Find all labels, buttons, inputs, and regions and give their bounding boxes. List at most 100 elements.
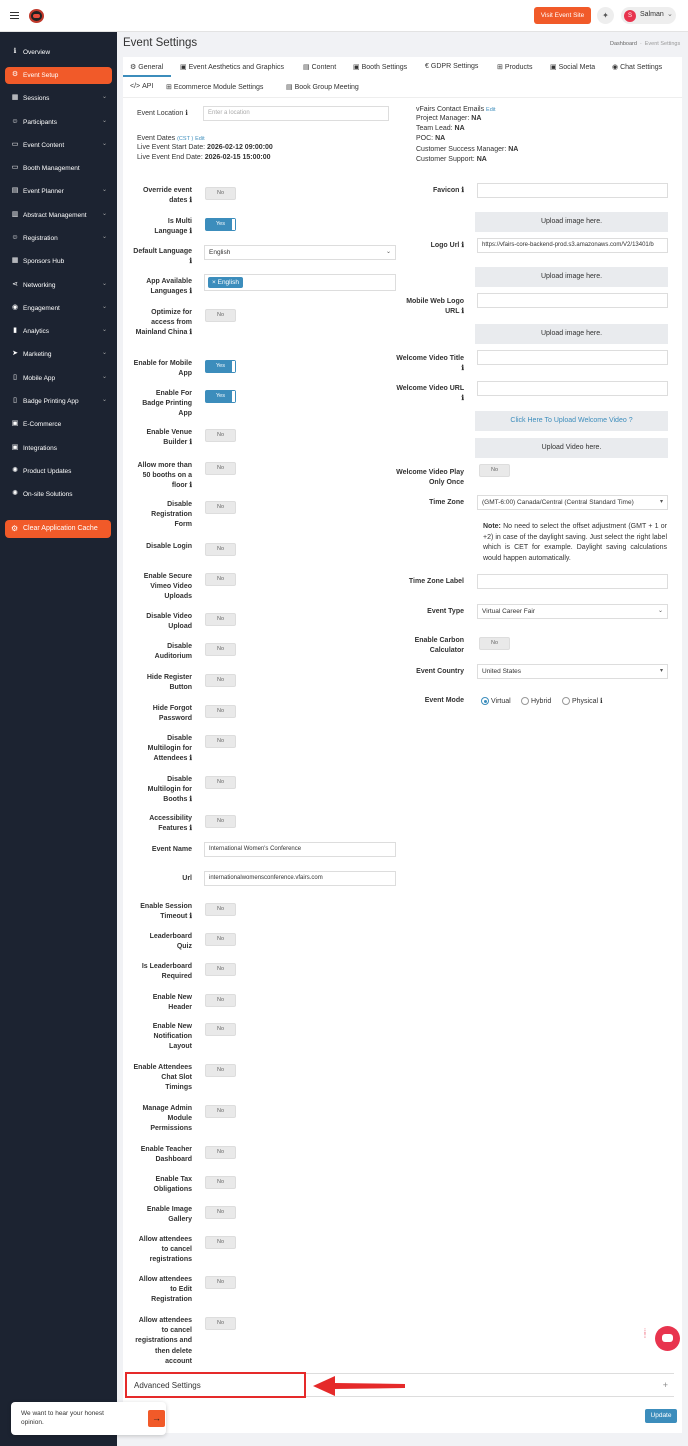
sidebar-item-abstract-management[interactable]: ▥ Abstract Management ⌄ [5, 207, 112, 224]
sidebar-item-booth-management[interactable]: ▭ Booth Management [5, 160, 112, 177]
tab-chat-settings[interactable]: ◉ Chat Settings [612, 63, 662, 71]
app-languages-multiselect[interactable]: × English [204, 274, 396, 291]
url-input[interactable]: internationalwomensconference.vfairs.com [204, 871, 396, 886]
upload-video-button[interactable]: Upload Video here. [475, 438, 668, 458]
carbon-calculator-toggle[interactable]: No [479, 637, 510, 650]
leaderboard-required-toggle[interactable]: No [205, 963, 236, 976]
sidebar-item-engagement[interactable]: ◉ Engagement ⌄ [5, 300, 112, 317]
admin-permissions-toggle[interactable]: No [205, 1105, 236, 1118]
chat-slot-timings-toggle[interactable]: No [205, 1064, 236, 1077]
sidebar-item-event-setup[interactable]: ⚙ Event Setup [5, 67, 112, 84]
logo-url-input[interactable]: https://vfairs-core-backend-prod.s3.amaz… [477, 238, 668, 253]
tab-general[interactable]: ⚙ General [130, 63, 163, 71]
mobile-logo-input[interactable] [477, 293, 668, 308]
bulb-icon[interactable]: ✦ [597, 7, 614, 24]
tab-book-group-meeting[interactable]: ▤ Book Group Meeting [286, 83, 359, 91]
default-language-select[interactable]: English ⌄ [204, 245, 396, 260]
sidebar-item-networking[interactable]: ⋖ Networking ⌄ [5, 277, 112, 294]
user-menu[interactable]: S Salman ⌄ [621, 7, 676, 24]
upload-welcome-video-link[interactable]: Click Here To Upload Welcome Video ? [475, 411, 668, 431]
mode-physical-radio[interactable]: Physical ℹ [562, 697, 603, 707]
tax-obligations-toggle[interactable]: No [205, 1176, 236, 1189]
new-header-toggle[interactable]: No [205, 994, 236, 1007]
visit-event-site-button[interactable]: Visit Event Site [534, 7, 591, 24]
leaderboard-quiz-toggle[interactable]: No [205, 933, 236, 946]
tab-aesthetics[interactable]: ▣ Event Aesthetics and Graphics [180, 63, 284, 71]
disable-auditorium-toggle[interactable]: No [205, 643, 236, 656]
sidebar-item-sessions[interactable]: ▦ Sessions ⌄ [5, 90, 112, 107]
sidebar-item-registration[interactable]: ☺ Registration ⌄ [5, 230, 112, 247]
arrow-right-icon[interactable]: → [148, 1410, 165, 1427]
sidebar-item-product-updates[interactable]: ✺ Product Updates [5, 463, 112, 480]
venue-builder-toggle[interactable]: No [205, 429, 236, 442]
language-tag[interactable]: × English [208, 277, 243, 288]
sidebar-item-sponsors-hub[interactable]: ▦ Sponsors Hub [5, 253, 112, 270]
tab-content[interactable]: ▤ Content [303, 63, 336, 71]
event-name-input[interactable]: International Women's Conference [204, 842, 396, 857]
sidebar-item-overview[interactable]: ℹ Overview [5, 44, 112, 61]
upload-mobile-logo-button[interactable]: Upload image here. [475, 324, 668, 344]
booths-floor-toggle[interactable]: No [205, 462, 236, 475]
tab-gdpr[interactable]: € GDPR Settings [425, 63, 478, 70]
upload-logo-button[interactable]: Upload image here. [475, 267, 668, 287]
sidebar-item-marketing[interactable]: ➤ Marketing ⌄ [5, 346, 112, 363]
edit-contacts-link[interactable]: Edit [486, 107, 495, 113]
hide-register-toggle[interactable]: No [205, 674, 236, 687]
tab-products[interactable]: ⊞ Products [497, 63, 533, 71]
sidebar-item-on-site-solutions[interactable]: ✺ On-site Solutions [5, 486, 112, 503]
cancel-delete-toggle[interactable]: No [205, 1317, 236, 1330]
disable-login-toggle[interactable]: No [205, 543, 236, 556]
session-timeout-toggle[interactable]: No [205, 903, 236, 916]
update-button[interactable]: Update [645, 1409, 677, 1423]
disable-reg-form-toggle[interactable]: No [205, 501, 236, 514]
badge-app-toggle[interactable]: Yes [205, 390, 236, 403]
vimeo-uploads-toggle[interactable]: No [205, 573, 236, 586]
mode-hybrid-radio[interactable]: Hybrid [521, 697, 551, 707]
tab-social-meta[interactable]: ▣ Social Meta [550, 63, 595, 71]
event-type-select[interactable]: Virtual Career Fair ⌄ [477, 604, 668, 619]
optimize-china-toggle[interactable]: No [205, 309, 236, 322]
teacher-dashboard-toggle[interactable]: No [205, 1146, 236, 1159]
disable-video-upload-toggle[interactable]: No [205, 613, 236, 626]
brand-logo[interactable] [29, 9, 44, 23]
notification-layout-toggle[interactable]: No [205, 1023, 236, 1036]
drag-handle-icon[interactable]: ⁞ ⁞ [644, 1329, 650, 1345]
multi-language-toggle[interactable]: Yes [205, 218, 236, 231]
timezone-select[interactable]: (GMT-6:00) Canada/Central (Central Stand… [477, 495, 668, 510]
sidebar-item-analytics[interactable]: ▮ Analytics ⌄ [5, 323, 112, 340]
welcome-url-input[interactable] [477, 381, 668, 396]
sidebar-item-integrations[interactable]: ▣ Integrations [5, 440, 112, 457]
tab-api[interactable]: </> API [130, 83, 153, 90]
override-dates-toggle[interactable]: No [205, 187, 236, 200]
favicon-input[interactable] [477, 183, 668, 198]
clear-cache-button[interactable]: ⚙ Clear Application Cache [5, 520, 111, 538]
multilogin-booths-toggle[interactable]: No [205, 776, 236, 789]
tab-ecommerce[interactable]: ⊞ Ecommerce Module Settings [166, 83, 263, 91]
upload-favicon-button[interactable]: Upload image here. [475, 212, 668, 232]
sidebar-item-e-commerce[interactable]: ▣ E-Commerce [5, 416, 112, 433]
breadcrumb-home[interactable]: Dashboard [610, 41, 637, 47]
sidebar-item-mobile-app[interactable]: ▯ Mobile App ⌄ [5, 370, 112, 387]
edit-registration-toggle[interactable]: No [205, 1276, 236, 1289]
play-once-toggle[interactable]: No [479, 464, 510, 477]
event-country-select[interactable]: United States ▾ [477, 664, 668, 679]
tab-booth-settings[interactable]: ▣ Booth Settings [353, 63, 407, 71]
chat-widget-icon[interactable] [655, 1326, 680, 1351]
avatar: S [624, 9, 636, 22]
edit-dates-link[interactable]: Edit [195, 136, 204, 142]
sidebar-item-badge-printing-app[interactable]: ▯ Badge Printing App ⌄ [5, 393, 112, 410]
welcome-title-input[interactable] [477, 350, 668, 365]
sidebar-item-event-planner[interactable]: ▤ Event Planner ⌄ [5, 183, 112, 200]
tz-label-input[interactable] [477, 574, 668, 589]
sidebar-item-event-content[interactable]: ▭ Event Content ⌄ [5, 137, 112, 154]
sidebar-item-participants[interactable]: ☺ Participants ⌄ [5, 114, 112, 131]
event-location-input[interactable]: Enter a location [203, 106, 389, 121]
accessibility-toggle[interactable]: No [205, 815, 236, 828]
hide-forgot-toggle[interactable]: No [205, 705, 236, 718]
image-gallery-toggle[interactable]: No [205, 1206, 236, 1219]
mode-virtual-radio[interactable]: Virtual [481, 697, 511, 707]
multilogin-attendees-toggle[interactable]: No [205, 735, 236, 748]
cancel-registrations-toggle[interactable]: No [205, 1236, 236, 1249]
mobile-app-toggle[interactable]: Yes [205, 360, 236, 373]
hamburger-menu-icon[interactable] [10, 12, 19, 19]
